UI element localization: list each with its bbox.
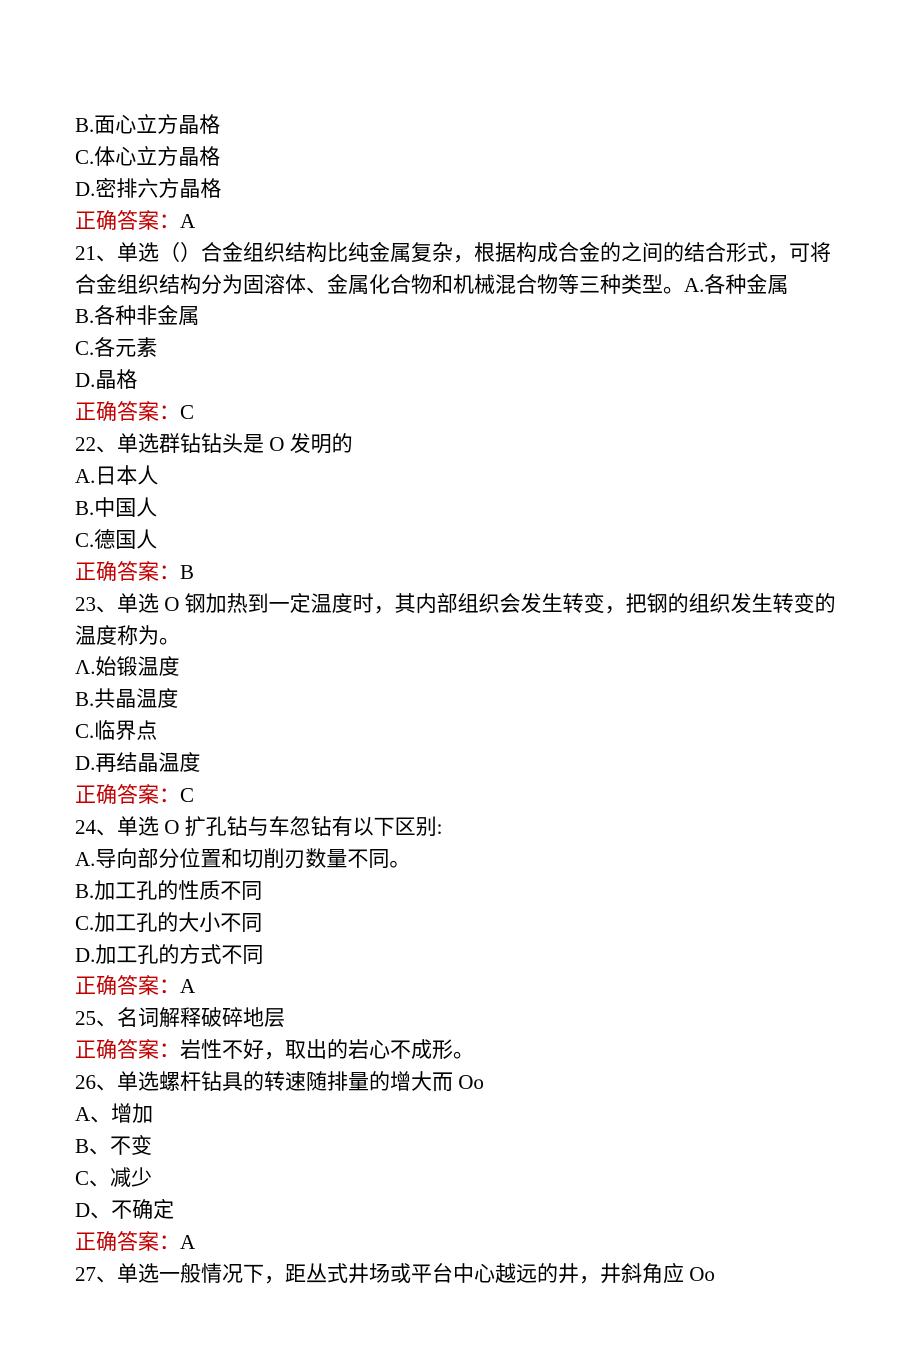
answer-value: C xyxy=(180,400,194,424)
text-line: C.加工孔的大小不同 xyxy=(75,908,845,940)
text-line: D.再结晶温度 xyxy=(75,748,845,780)
text-line: 正确答案：A xyxy=(75,971,845,1003)
text-line: B.面心立方晶格 xyxy=(75,110,845,142)
text-line: 25、名词解释破碎地层 xyxy=(75,1003,845,1035)
answer-value: A xyxy=(180,974,195,998)
answer-value: B xyxy=(180,560,194,584)
text-line: 正确答案：A xyxy=(75,206,845,238)
text-line: C.德国人 xyxy=(75,525,845,557)
answer-value: C xyxy=(180,783,194,807)
text-line: 24、单选 O 扩孔钻与车忽钻有以下区别: xyxy=(75,812,845,844)
text-line: B.加工孔的性质不同 xyxy=(75,876,845,908)
text-line: A.导向部分位置和切削刃数量不同。 xyxy=(75,844,845,876)
text-line: 26、单选螺杆钻具的转速随排量的增大而 Oo xyxy=(75,1067,845,1099)
text-line: 27、单选一般情况下，距丛式井场或平台中心越远的井，井斜角应 Oo xyxy=(75,1259,845,1291)
answer-label: 正确答案： xyxy=(75,783,180,807)
text-line: 23、单选 O 钢加热到一定温度时，其内部组织会发生转变，把钢的组织发生转变的温… xyxy=(75,589,845,653)
text-line: 正确答案：岩性不好，取出的岩心不成形。 xyxy=(75,1035,845,1067)
text-line: Λ.始锻温度 xyxy=(75,652,845,684)
text-line: D.密排六方晶格 xyxy=(75,174,845,206)
text-line: B、不变 xyxy=(75,1131,845,1163)
text-line: C、减少 xyxy=(75,1163,845,1195)
text-line: 正确答案：B xyxy=(75,557,845,589)
answer-value: A xyxy=(180,209,195,233)
text-line: D.晶格 xyxy=(75,365,845,397)
answer-label: 正确答案： xyxy=(75,209,180,233)
text-line: C.体心立方晶格 xyxy=(75,142,845,174)
text-line: 正确答案：C xyxy=(75,780,845,812)
text-line: B.中国人 xyxy=(75,493,845,525)
text-line: 正确答案：A xyxy=(75,1227,845,1259)
text-line: 21、单选（）合金组织结构比纯金属复杂，根据构成合金的之间的结合形式，可将合金组… xyxy=(75,238,845,302)
text-line: C.临界点 xyxy=(75,716,845,748)
answer-value: A xyxy=(180,1230,195,1254)
text-line: C.各元素 xyxy=(75,333,845,365)
text-line: 22、单选群钻钻头是 O 发明的 xyxy=(75,429,845,461)
text-line: 正确答案：C xyxy=(75,397,845,429)
text-line: A.日本人 xyxy=(75,461,845,493)
document-body: B.面心立方晶格C.体心立方晶格D.密排六方晶格正确答案：A21、单选（）合金组… xyxy=(75,110,845,1291)
answer-label: 正确答案： xyxy=(75,1230,180,1254)
answer-value: 岩性不好，取出的岩心不成形。 xyxy=(180,1038,474,1062)
text-line: B.共晶温度 xyxy=(75,684,845,716)
text-line: B.各种非金属 xyxy=(75,301,845,333)
answer-label: 正确答案： xyxy=(75,974,180,998)
text-line: A、增加 xyxy=(75,1099,845,1131)
answer-label: 正确答案： xyxy=(75,1038,180,1062)
answer-label: 正确答案： xyxy=(75,400,180,424)
answer-label: 正确答案： xyxy=(75,560,180,584)
text-line: D、不确定 xyxy=(75,1195,845,1227)
text-line: D.加工孔的方式不同 xyxy=(75,940,845,972)
